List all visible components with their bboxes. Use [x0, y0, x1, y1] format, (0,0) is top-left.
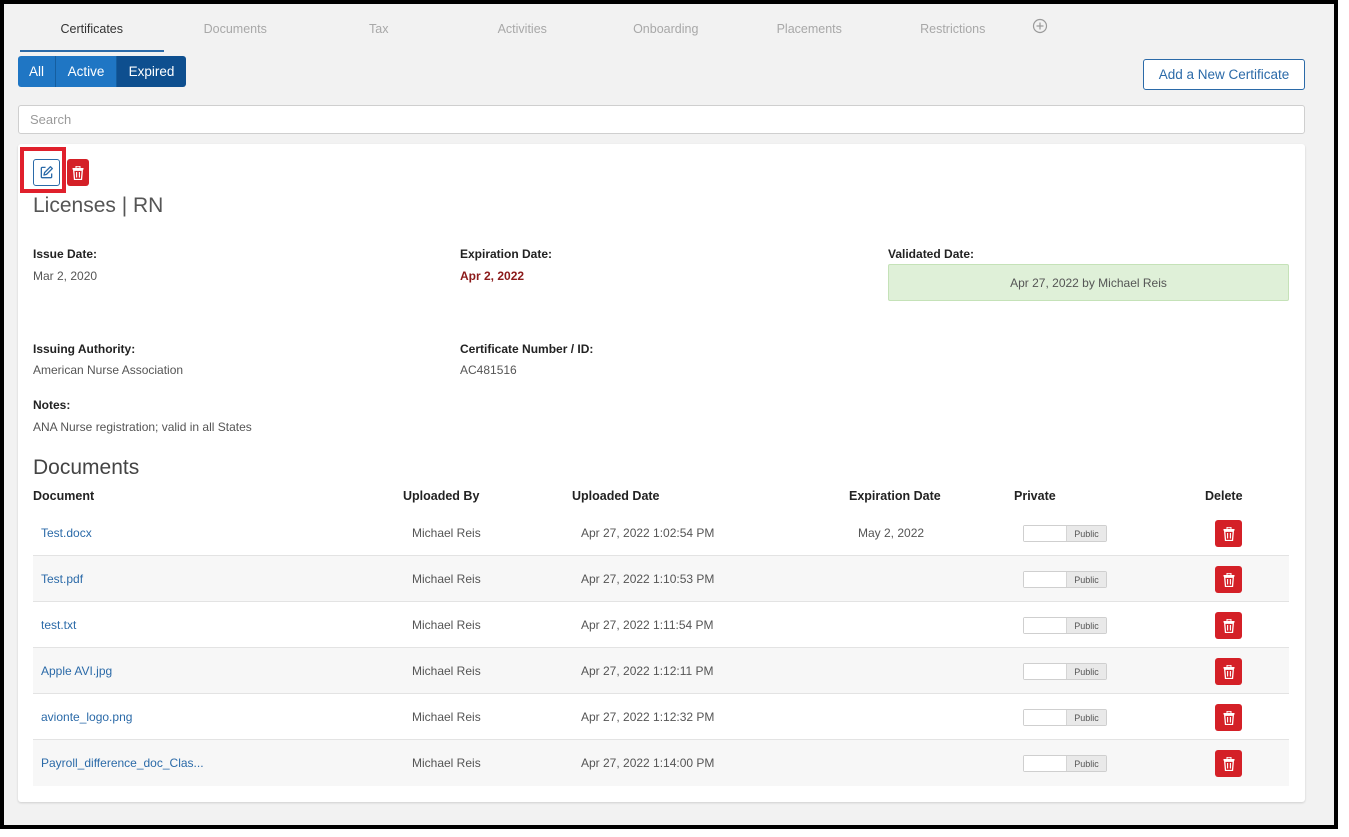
- notes-value: ANA Nurse registration; valid in all Sta…: [33, 420, 252, 434]
- document-link[interactable]: Payroll_difference_doc_Clas...: [41, 740, 204, 786]
- edit-certificate-button[interactable]: [33, 159, 60, 186]
- toggle-label: Public: [1066, 664, 1106, 679]
- table-row: Test.docx Michael Reis Apr 27, 2022 1:02…: [33, 510, 1289, 556]
- trash-icon: [1223, 618, 1234, 633]
- tab-onboarding[interactable]: Onboarding: [594, 14, 738, 52]
- issuing-authority-value: American Nurse Association: [33, 363, 184, 377]
- column-header-expiration-date: Expiration Date: [849, 489, 941, 503]
- toggle-label: Public: [1066, 572, 1106, 587]
- column-header-delete: Delete: [1205, 489, 1243, 503]
- delete-document-button[interactable]: [1215, 566, 1242, 593]
- delete-document-button[interactable]: [1215, 612, 1242, 639]
- private-toggle[interactable]: Public: [1023, 525, 1107, 542]
- validated-date-value: Apr 27, 2022 by Michael Reis: [888, 264, 1289, 301]
- expiration-date-cell: May 2, 2022: [858, 526, 925, 540]
- add-certificate-button[interactable]: Add a New Certificate: [1143, 59, 1305, 90]
- document-link[interactable]: test.txt: [41, 602, 76, 648]
- toggle-label: Public: [1066, 710, 1106, 725]
- trash-icon: [1223, 526, 1234, 541]
- document-link[interactable]: Test.docx: [41, 510, 92, 556]
- uploaded-date-cell: Apr 27, 2022 1:02:54 PM: [581, 526, 715, 540]
- delete-document-button[interactable]: [1215, 750, 1242, 777]
- uploaded-date-cell: Apr 27, 2022 1:14:00 PM: [581, 756, 715, 770]
- column-header-private: Private: [1014, 489, 1056, 503]
- table-row: Test.pdf Michael Reis Apr 27, 2022 1:10:…: [33, 556, 1289, 602]
- table-row: avionte_logo.png Michael Reis Apr 27, 20…: [33, 694, 1289, 740]
- certificate-number-label: Certificate Number / ID:: [460, 342, 594, 356]
- column-header-uploaded-date: Uploaded Date: [572, 489, 660, 503]
- certificate-card: Licenses | RN Issue Date: Mar 2, 2020 Ex…: [18, 144, 1305, 802]
- filter-active-button[interactable]: Active: [56, 56, 117, 87]
- trash-icon: [1223, 756, 1234, 771]
- column-header-document: Document: [33, 489, 95, 503]
- certificate-title: Licenses | RN: [33, 194, 164, 217]
- document-link[interactable]: Test.pdf: [41, 556, 83, 602]
- trash-icon: [72, 165, 84, 180]
- uploaded-by-cell: Michael Reis: [412, 572, 481, 586]
- add-tab-button[interactable]: [1025, 14, 1055, 52]
- plus-circle-icon: [1032, 18, 1047, 34]
- table-row: Apple AVI.jpg Michael Reis Apr 27, 2022 …: [33, 648, 1289, 694]
- private-toggle[interactable]: Public: [1023, 617, 1107, 634]
- toggle-label: Public: [1066, 526, 1106, 541]
- delete-document-button[interactable]: [1215, 658, 1242, 685]
- uploaded-by-cell: Michael Reis: [412, 756, 481, 770]
- document-link[interactable]: avionte_logo.png: [41, 694, 132, 740]
- uploaded-by-cell: Michael Reis: [412, 710, 481, 724]
- tab-documents[interactable]: Documents: [164, 14, 308, 52]
- tab-placements[interactable]: Placements: [738, 14, 882, 52]
- tab-restrictions[interactable]: Restrictions: [881, 14, 1025, 52]
- private-toggle[interactable]: Public: [1023, 663, 1107, 680]
- table-row: Payroll_difference_doc_Clas... Michael R…: [33, 740, 1289, 786]
- private-toggle[interactable]: Public: [1023, 709, 1107, 726]
- validated-date-label: Validated Date:: [888, 247, 975, 261]
- app-frame: Certificates Documents Tax Activities On…: [0, 0, 1338, 829]
- tab-tax[interactable]: Tax: [307, 14, 451, 52]
- trash-icon: [1223, 572, 1234, 587]
- filter-all-button[interactable]: All: [18, 56, 56, 87]
- delete-document-button[interactable]: [1215, 704, 1242, 731]
- notes-label: Notes:: [33, 398, 71, 412]
- uploaded-date-cell: Apr 27, 2022 1:11:54 PM: [581, 618, 714, 632]
- uploaded-date-cell: Apr 27, 2022 1:12:32 PM: [581, 710, 715, 724]
- edit-icon: [40, 166, 53, 179]
- table-row: test.txt Michael Reis Apr 27, 2022 1:11:…: [33, 602, 1289, 648]
- toggle-label: Public: [1066, 618, 1106, 633]
- uploaded-date-cell: Apr 27, 2022 1:10:53 PM: [581, 572, 715, 586]
- expiration-date-label: Expiration Date:: [460, 247, 553, 261]
- certificate-number-value: AC481516: [460, 363, 517, 377]
- toggle-label: Public: [1066, 756, 1106, 771]
- issue-date-value: Mar 2, 2020: [33, 269, 98, 283]
- documents-section-title: Documents: [33, 456, 140, 479]
- uploaded-date-cell: Apr 27, 2022 1:12:11 PM: [581, 664, 714, 678]
- document-link[interactable]: Apple AVI.jpg: [41, 648, 112, 694]
- search-input[interactable]: Search: [18, 105, 1305, 134]
- issue-date-label: Issue Date:: [33, 247, 98, 261]
- delete-certificate-button[interactable]: [67, 159, 89, 186]
- trash-icon: [1223, 710, 1234, 725]
- delete-document-button[interactable]: [1215, 520, 1242, 547]
- uploaded-by-cell: Michael Reis: [412, 526, 481, 540]
- column-header-uploaded-by: Uploaded By: [403, 489, 480, 503]
- uploaded-by-cell: Michael Reis: [412, 618, 481, 632]
- tab-bar: Certificates Documents Tax Activities On…: [20, 14, 1055, 52]
- tab-activities[interactable]: Activities: [451, 14, 595, 52]
- tab-certificates[interactable]: Certificates: [20, 14, 164, 52]
- issuing-authority-label: Issuing Authority:: [33, 342, 136, 356]
- filter-expired-button[interactable]: Expired: [117, 56, 186, 87]
- private-toggle[interactable]: Public: [1023, 755, 1107, 772]
- uploaded-by-cell: Michael Reis: [412, 664, 481, 678]
- status-filter-group: All Active Expired: [18, 56, 186, 87]
- trash-icon: [1223, 664, 1234, 679]
- private-toggle[interactable]: Public: [1023, 571, 1107, 588]
- expiration-date-value: Apr 2, 2022: [460, 269, 525, 283]
